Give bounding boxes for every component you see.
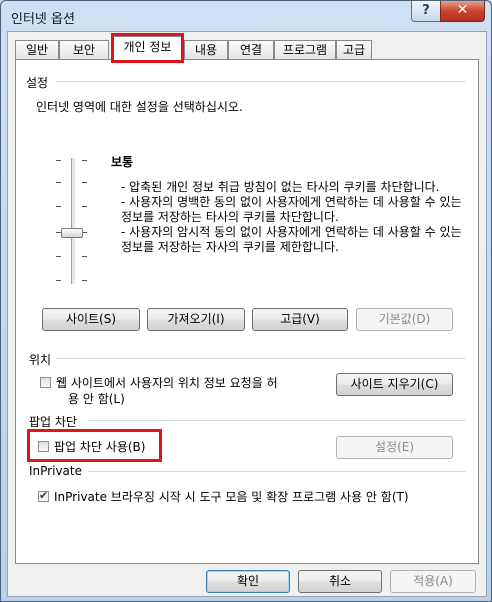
close-icon: ✕ xyxy=(456,2,469,18)
description-line: - 사용자의 암시적 동의 없이 사용자에게 연락하는 데 사용할 수 있는 정… xyxy=(121,225,462,254)
close-button[interactable]: ✕ xyxy=(440,1,485,22)
location-group-divider xyxy=(56,358,466,359)
inprivate-group-label: InPrivate xyxy=(29,464,82,478)
privacy-level-description: - 압축된 개인 정보 취급 방침이 없는 타사의 쿠키를 차단합니다. - 사… xyxy=(121,180,466,255)
location-checkbox-label[interactable]: 웹 사이트에서 사용자의 위치 정보 요청을 허 xyxy=(56,374,278,391)
inprivate-checkbox-label[interactable]: InPrivate 브라우징 시작 시 도구 모음 및 확장 프로그램 사용 안… xyxy=(54,488,409,505)
popup-settings-button[interactable]: 설정(E) xyxy=(336,436,453,459)
slider-tick xyxy=(56,206,61,207)
slider-tick xyxy=(56,256,61,257)
slider-tick xyxy=(82,160,87,161)
location-group-label: 위치 xyxy=(29,353,52,367)
privacy-level-slider-thumb[interactable] xyxy=(61,228,83,238)
popup-blocker-highlight xyxy=(27,429,162,462)
internet-options-dialog: 인터넷 옵션 ? ✕ 일반 보안 개인 정보 내용 연결 프로그램 고급 설정 … xyxy=(0,0,492,602)
apply-button[interactable]: 적용(A) xyxy=(390,570,476,593)
location-checkbox-label-cont[interactable]: 용 안 함(L) xyxy=(68,390,125,407)
privacy-tab-highlight xyxy=(111,33,184,63)
settings-instruction: 인터넷 영역에 대한 설정을 선택하십시오. xyxy=(36,100,243,114)
default-button[interactable]: 기본값(D) xyxy=(356,308,453,331)
popup-group-divider xyxy=(88,420,466,421)
privacy-level-label: 보통 xyxy=(111,155,134,169)
description-line: - 사용자의 명백한 동의 없이 사용자에게 연락하는 데 사용할 수 있는 정… xyxy=(121,195,462,224)
clear-sites-button[interactable]: 사이트 지우기(C) xyxy=(336,373,453,396)
description-line: - 압축된 개인 정보 취급 방침이 없는 타사의 쿠키를 차단합니다. xyxy=(121,180,440,194)
advanced-button[interactable]: 고급(V) xyxy=(252,308,348,331)
checkmark-icon: ✔ xyxy=(39,489,49,502)
tab-security[interactable]: 보안 xyxy=(59,40,109,59)
slider-tick xyxy=(82,280,87,281)
privacy-tab-panel: 설정 인터넷 영역에 대한 설정을 선택하십시오. 보통 - 압축된 개인 정보… xyxy=(15,59,479,564)
settings-group-label: 설정 xyxy=(26,76,49,90)
sites-button[interactable]: 사이트(S) xyxy=(42,308,140,331)
slider-tick xyxy=(56,160,61,161)
ok-button[interactable]: 확인 xyxy=(206,570,290,593)
location-checkbox[interactable] xyxy=(40,377,51,388)
slider-tick xyxy=(82,206,87,207)
inprivate-checkbox[interactable]: ✔ xyxy=(38,489,49,502)
cancel-button[interactable]: 취소 xyxy=(298,570,382,593)
inprivate-group-divider xyxy=(88,471,466,472)
help-icon: ? xyxy=(422,3,430,18)
tab-content[interactable]: 내용 xyxy=(184,40,228,59)
slider-tick xyxy=(82,182,87,183)
import-button[interactable]: 가져오기(I) xyxy=(147,308,245,331)
help-button[interactable]: ? xyxy=(411,1,441,22)
popup-group-label: 팝업 차단 xyxy=(29,415,77,429)
slider-tick xyxy=(56,280,61,281)
tab-connections[interactable]: 연결 xyxy=(228,40,274,59)
title-bar[interactable]: 인터넷 옵션 ? ✕ xyxy=(1,1,491,31)
slider-tick xyxy=(82,256,87,257)
dialog-client-area: 일반 보안 개인 정보 내용 연결 프로그램 고급 설정 인터넷 영역에 대한 … xyxy=(7,31,487,597)
settings-group-divider xyxy=(56,81,466,82)
slider-tick xyxy=(56,182,61,183)
window-title: 인터넷 옵션 xyxy=(11,12,75,27)
tab-advanced[interactable]: 고급 xyxy=(336,40,372,59)
tab-general[interactable]: 일반 xyxy=(15,40,59,59)
privacy-level-slider-track[interactable] xyxy=(71,158,76,284)
tab-programs[interactable]: 프로그램 xyxy=(274,40,336,59)
